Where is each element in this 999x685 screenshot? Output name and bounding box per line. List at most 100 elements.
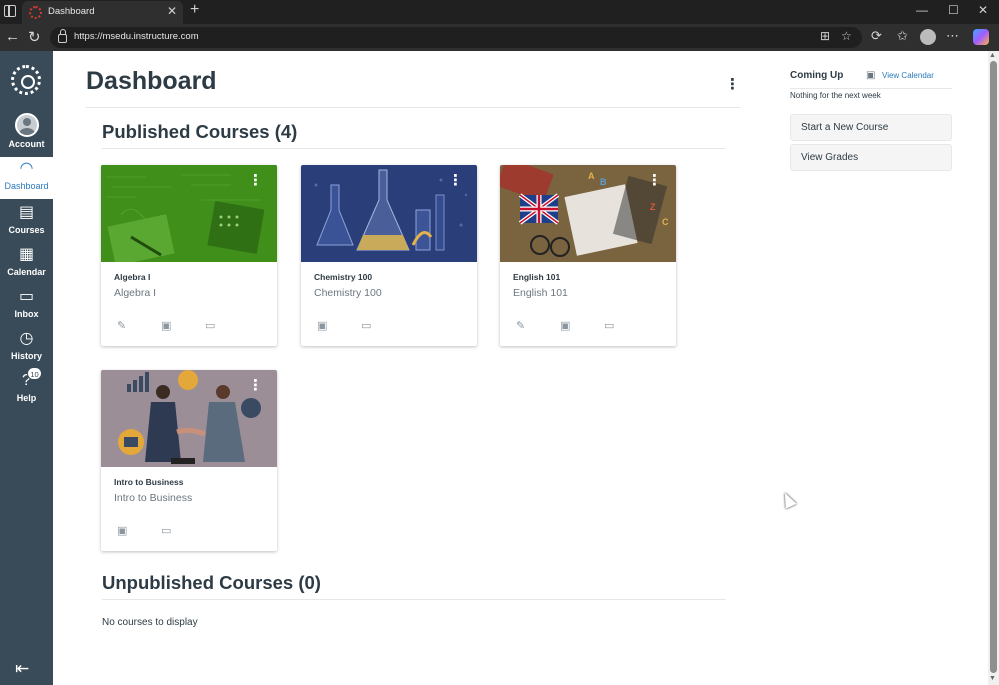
card-options-icon[interactable]: ⋮ — [647, 173, 662, 188]
avatar — [14, 113, 39, 137]
no-courses-text: No courses to display — [102, 617, 198, 628]
nav-calendar[interactable]: ▦ Calendar — [0, 243, 53, 285]
files-folder-icon[interactable]: ▭ — [361, 319, 371, 332]
course-card-hero[interactable]: ⋮ — [101, 165, 277, 262]
divider — [86, 107, 740, 108]
view-calendar-label: View Calendar — [882, 71, 934, 80]
nav-courses[interactable]: ▤ Courses — [0, 201, 53, 243]
browser-toolbar: ← ↻ https://msedu.instructure.com ⊞ ☆ ⟳ … — [0, 24, 999, 51]
course-card-english[interactable]: AB ZC ⋮ English 101 English 101 ✎ ▣ ▭ — [500, 165, 676, 346]
extensions-icon[interactable]: ⟳ — [871, 28, 882, 44]
divider — [102, 599, 726, 600]
collapse-nav-icon[interactable]: ⇤ — [15, 659, 29, 679]
course-name: Intro to Business — [114, 477, 184, 487]
back-icon[interactable]: ← — [5, 28, 20, 45]
scroll-down-icon[interactable]: ▼ — [989, 675, 996, 682]
course-card-chemistry[interactable]: ⋮ Chemistry 100 Chemistry 100 ▣ ▭ — [301, 165, 477, 346]
nav-help-label: Help — [16, 393, 37, 403]
svg-text:B: B — [600, 177, 607, 187]
nav-account[interactable]: Account — [0, 111, 53, 153]
dashboard-gauge-icon: ◠ — [19, 160, 34, 177]
maximize-icon[interactable]: ☐ — [948, 3, 959, 17]
tab-actions-icon[interactable] — [4, 5, 16, 17]
page-title: Dashboard — [86, 67, 217, 95]
course-code: English 101 — [513, 287, 568, 299]
course-card-business[interactable]: ⋮ Intro to Business Intro to Business ▣ … — [101, 370, 277, 551]
refresh-icon[interactable]: ↻ — [28, 28, 41, 46]
canvas-app: Account ◠ Dashboard ▤ Courses ▦ Calendar… — [0, 51, 988, 685]
nav-history-label: History — [10, 351, 42, 361]
course-card-algebra[interactable]: ⋮ Algebra I Algebra I ✎ ▣ ▭ — [101, 165, 277, 346]
url-text: https://msedu.instructure.com — [74, 31, 199, 42]
course-name: English 101 — [513, 272, 561, 282]
assignments-icon[interactable]: ✎ — [117, 319, 126, 332]
nav-history[interactable]: ◷ History — [0, 327, 53, 369]
view-calendar-link[interactable]: ▣ View Calendar — [866, 70, 934, 81]
course-name: Chemistry 100 — [314, 272, 373, 282]
coming-up-heading: Coming Up — [790, 70, 844, 81]
divider — [102, 148, 726, 149]
files-folder-icon[interactable]: ▭ — [604, 319, 614, 332]
calendar-small-icon: ▣ — [866, 70, 876, 81]
course-card-hero[interactable]: AB ZC ⋮ — [500, 165, 676, 262]
help-badge: 10 — [27, 367, 42, 380]
lock-icon — [58, 29, 67, 43]
courses-book-icon: ▤ — [18, 204, 35, 221]
close-tab-icon[interactable]: ✕ — [167, 4, 177, 18]
nav-account-label: Account — [8, 139, 45, 149]
card-options-icon[interactable]: ⋮ — [448, 173, 463, 188]
assignments-icon[interactable]: ✎ — [516, 319, 525, 332]
coming-up-empty-text: Nothing for the next week — [790, 91, 881, 100]
nav-dashboard[interactable]: ◠ Dashboard — [0, 157, 53, 199]
course-code: Algebra I — [114, 287, 157, 299]
svg-text:C: C — [662, 217, 669, 227]
favorites-icon[interactable]: ✩ — [897, 28, 908, 44]
dashboard-options-icon[interactable]: ⋮ — [725, 75, 740, 93]
svg-text:A: A — [588, 171, 595, 181]
published-courses-heading: Published Courses (4) — [102, 121, 298, 142]
app-available-icon[interactable]: ⊞ — [820, 29, 830, 43]
nav-inbox[interactable]: ▭ Inbox — [0, 285, 53, 327]
close-window-icon[interactable]: ✕ — [978, 3, 988, 17]
discussions-icon[interactable]: ▣ — [161, 319, 171, 332]
tab-title: Dashboard — [48, 6, 95, 17]
files-folder-icon[interactable]: ▭ — [205, 319, 215, 332]
divider — [790, 88, 952, 89]
start-new-course-button[interactable]: Start a New Course — [790, 114, 952, 141]
more-menu-icon[interactable]: ⋯ — [946, 28, 959, 44]
svg-text:Z: Z — [650, 202, 656, 212]
card-options-icon[interactable]: ⋮ — [248, 378, 263, 393]
course-name: Algebra I — [114, 272, 151, 282]
canvas-favicon-icon — [29, 6, 42, 19]
scroll-up-icon[interactable]: ▲ — [989, 52, 996, 59]
course-code: Intro to Business — [114, 492, 193, 504]
discussions-icon[interactable]: ▣ — [117, 524, 127, 537]
discussions-icon[interactable]: ▣ — [317, 319, 327, 332]
card-options-icon[interactable]: ⋮ — [248, 173, 263, 188]
files-folder-icon[interactable]: ▭ — [161, 524, 171, 537]
nav-dashboard-label: Dashboard — [4, 181, 49, 191]
history-clock-icon: ◷ — [19, 330, 34, 347]
page-scrollbar[interactable]: ▲ ▼ — [988, 51, 999, 685]
nav-inbox-label: Inbox — [14, 309, 39, 319]
view-grades-button[interactable]: View Grades — [790, 144, 952, 171]
browser-tab-bar: Dashboard ✕ + — ☐ ✕ — [0, 0, 999, 24]
course-card-hero[interactable]: ⋮ — [301, 165, 477, 262]
profile-icon[interactable] — [920, 29, 936, 45]
browser-tab-dashboard[interactable]: Dashboard ✕ — [22, 1, 183, 24]
minimize-icon[interactable]: — — [916, 3, 928, 17]
new-tab-button[interactable]: + — [190, 1, 199, 19]
course-code: Chemistry 100 — [314, 287, 382, 299]
global-nav: Account ◠ Dashboard ▤ Courses ▦ Calendar… — [0, 51, 53, 685]
scroll-thumb[interactable] — [990, 61, 997, 673]
favorite-star-icon[interactable]: ☆ — [841, 29, 852, 43]
copilot-icon[interactable] — [973, 29, 989, 45]
course-card-hero[interactable]: ⋮ — [101, 370, 277, 467]
nav-courses-label: Courses — [8, 225, 45, 235]
discussions-icon[interactable]: ▣ — [560, 319, 570, 332]
address-bar[interactable]: https://msedu.instructure.com ⊞ ☆ — [50, 27, 862, 48]
nav-calendar-label: Calendar — [7, 267, 46, 277]
unpublished-courses-heading: Unpublished Courses (0) — [102, 572, 321, 593]
canvas-logo-icon[interactable] — [11, 65, 41, 95]
nav-help[interactable]: ? 10 Help — [0, 367, 53, 411]
